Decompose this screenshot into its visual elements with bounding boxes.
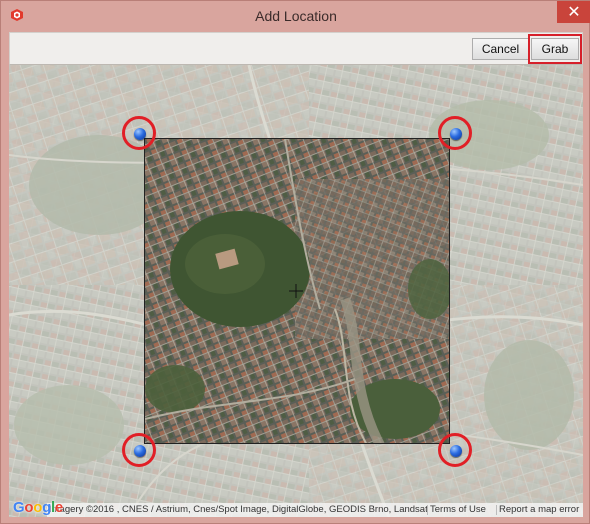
corner-pin-top-left[interactable]	[122, 116, 156, 150]
cancel-button[interactable]: Cancel	[472, 38, 529, 60]
imagery-credit: Imagery ©2016 , CNES / Astrium, Cnes/Spo…	[49, 504, 428, 515]
crosshair-icon	[289, 284, 303, 298]
google-logo[interactable]: Google	[13, 499, 63, 516]
pin-icon	[450, 128, 462, 140]
corner-pin-bottom-left[interactable]	[122, 433, 156, 467]
title-bar[interactable]: Add Location ✕	[1, 1, 590, 31]
pin-icon	[134, 128, 146, 140]
pin-icon	[134, 445, 146, 457]
add-location-dialog: Add Location ✕ Cancel Grab Imagery ©2016…	[0, 0, 590, 524]
close-button[interactable]: ✕	[557, 1, 590, 23]
map-view[interactable]: Imagery ©2016 , CNES / Astrium, Cnes/Spo…	[9, 65, 583, 517]
pin-icon	[450, 445, 462, 457]
corner-pin-bottom-right[interactable]	[438, 433, 472, 467]
attribution-bar: Imagery ©2016 , CNES / Astrium, Cnes/Spo…	[47, 503, 583, 517]
corner-pin-top-right[interactable]	[438, 116, 472, 150]
window-title: Add Location	[255, 8, 337, 24]
grab-button[interactable]: Grab	[531, 38, 579, 60]
map-attribution: Imagery ©2016 , CNES / Astrium, Cnes/Spo…	[9, 499, 583, 517]
report-map-error-link[interactable]: Report a map error	[499, 503, 579, 517]
toolbar: Cancel Grab	[9, 32, 583, 65]
close-icon: ✕	[567, 2, 581, 21]
terms-of-use-link[interactable]: Terms of Use	[430, 503, 486, 517]
